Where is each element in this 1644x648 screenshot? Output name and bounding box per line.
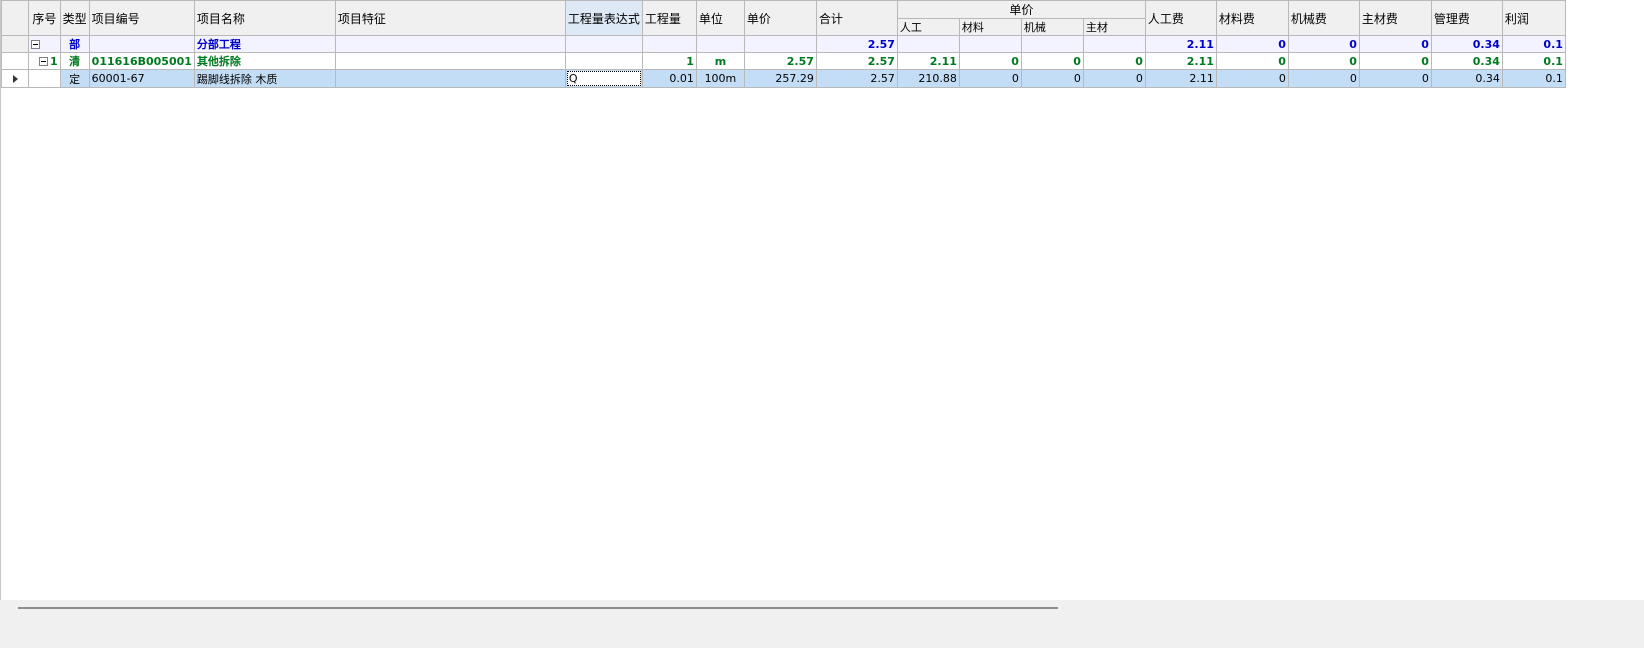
qty-cell[interactable]: 1 (641, 52, 697, 70)
col-header-total[interactable]: 合计 (815, 0, 898, 36)
col-header-type[interactable]: 类型 (59, 0, 90, 36)
qty-cell[interactable]: 0.01 (641, 69, 697, 88)
bottom-panel (0, 616, 1644, 648)
labor-cell[interactable] (896, 35, 960, 53)
col-header-material[interactable]: 材料 (958, 18, 1022, 36)
col-header-machine-fee[interactable]: 机械费 (1287, 0, 1360, 36)
type-cell[interactable]: 定 (59, 69, 90, 88)
qty-cell[interactable] (641, 35, 697, 53)
main-material-fee-cell[interactable]: 0 (1358, 69, 1432, 88)
col-header-labor[interactable]: 人工 (896, 18, 960, 36)
estimate-table: 序号 类型 项目编号 项目名称 项目特征 工程量表达式 工程量 单位 单价 合计… (1, 0, 1566, 88)
mgmt-fee-cell[interactable]: 0.34 (1430, 69, 1503, 88)
col-header-qty[interactable]: 工程量 (641, 0, 697, 36)
row-selector[interactable] (1, 35, 29, 53)
code-cell[interactable] (88, 35, 195, 53)
unit-price-cell[interactable] (743, 35, 817, 53)
index-cell[interactable] (28, 69, 61, 88)
feature-cell[interactable] (334, 69, 566, 88)
col-header-material-fee[interactable]: 材料费 (1215, 0, 1289, 36)
scrollbar-thumb[interactable] (18, 607, 1058, 609)
unit-cell[interactable] (695, 35, 745, 53)
labor-cell[interactable]: 2.11 (896, 52, 960, 70)
unit-price-cell[interactable]: 257.29 (743, 69, 817, 88)
machine-cell[interactable]: 0 (1020, 69, 1084, 88)
code-cell[interactable]: 60001-67 (88, 69, 195, 88)
row-selector[interactable] (1, 69, 29, 88)
labor-fee-cell[interactable]: 2.11 (1144, 69, 1217, 88)
current-row-arrow-icon (12, 75, 18, 83)
feature-cell[interactable] (334, 35, 566, 53)
profit-cell[interactable]: 0.1 (1501, 35, 1566, 53)
mgmt-fee-cell[interactable]: 0.34 (1430, 52, 1503, 70)
row-header-corner (1, 0, 29, 36)
col-header-name[interactable]: 项目名称 (193, 0, 336, 36)
labor-fee-cell[interactable]: 2.11 (1144, 52, 1217, 70)
col-header-main-material-fee[interactable]: 主材费 (1358, 0, 1432, 36)
main-material-cell[interactable] (1082, 35, 1146, 53)
col-header-index[interactable]: 序号 (28, 0, 61, 36)
profit-cell[interactable]: 0.1 (1501, 69, 1566, 88)
material-fee-cell[interactable]: 0 (1215, 35, 1289, 53)
col-header-machine[interactable]: 机械 (1020, 18, 1084, 36)
main-material-cell[interactable]: 0 (1082, 69, 1146, 88)
col-header-profit[interactable]: 利润 (1501, 0, 1566, 36)
machine-cell[interactable]: 0 (1020, 52, 1084, 70)
col-header-labor-fee[interactable]: 人工费 (1144, 0, 1217, 36)
collapse-toggle-icon[interactable] (31, 40, 40, 49)
unit-cell[interactable]: m (695, 52, 745, 70)
labor-cell[interactable]: 210.88 (896, 69, 960, 88)
qty-expr-editor[interactable]: Q (566, 71, 641, 86)
total-cell[interactable]: 2.57 (815, 69, 898, 88)
main-material-fee-cell[interactable]: 0 (1358, 52, 1432, 70)
material-cell[interactable] (958, 35, 1022, 53)
horizontal-scrollbar[interactable] (0, 600, 1644, 616)
material-fee-cell[interactable]: 0 (1215, 69, 1289, 88)
mgmt-fee-cell[interactable]: 0.34 (1430, 35, 1503, 53)
table-row[interactable]: 1 清 011616B005001 其他拆除 1 m 2.57 2.57 2.1… (1, 52, 1566, 70)
name-cell[interactable]: 踢脚线拆除 木质 (193, 69, 336, 88)
main-material-fee-cell[interactable]: 0 (1358, 35, 1432, 53)
name-cell[interactable]: 分部工程 (193, 35, 336, 53)
name-cell[interactable]: 其他拆除 (193, 52, 336, 70)
unit-cell[interactable]: 100m (695, 69, 745, 88)
profit-cell[interactable]: 0.1 (1501, 52, 1566, 70)
material-cell[interactable]: 0 (958, 69, 1022, 88)
col-header-unit-price[interactable]: 单价 (743, 0, 817, 36)
estimate-grid[interactable]: 序号 类型 项目编号 项目名称 项目特征 工程量表达式 工程量 单位 单价 合计… (0, 0, 1644, 632)
labor-fee-cell[interactable]: 2.11 (1144, 35, 1217, 53)
material-cell[interactable]: 0 (958, 52, 1022, 70)
type-cell[interactable]: 清 (59, 52, 90, 70)
machine-fee-cell[interactable]: 0 (1287, 52, 1360, 70)
unit-price-cell[interactable]: 2.57 (743, 52, 817, 70)
col-header-unit-price-group[interactable]: 单价 (896, 0, 1146, 19)
qty-expr-cell[interactable] (564, 52, 643, 70)
material-fee-cell[interactable]: 0 (1215, 52, 1289, 70)
main-material-cell[interactable]: 0 (1082, 52, 1146, 70)
code-cell[interactable]: 011616B005001 (88, 52, 195, 70)
col-header-main-material[interactable]: 主材 (1082, 18, 1146, 36)
machine-fee-cell[interactable]: 0 (1287, 69, 1360, 88)
index-cell[interactable]: 1 (28, 52, 61, 70)
col-header-mgmt-fee[interactable]: 管理费 (1430, 0, 1503, 36)
collapse-toggle-icon[interactable] (39, 57, 48, 66)
index-cell[interactable] (28, 35, 61, 53)
machine-cell[interactable] (1020, 35, 1084, 53)
row-selector[interactable] (1, 52, 29, 70)
table-row[interactable]: 部 分部工程 2.57 2.11 0 0 0 0.34 0.1 (1, 35, 1566, 53)
type-cell[interactable]: 部 (59, 35, 90, 53)
qty-expr-cell[interactable]: Q (564, 69, 643, 88)
total-cell[interactable]: 2.57 (815, 35, 898, 53)
col-header-qty-expr[interactable]: 工程量表达式 (564, 0, 643, 36)
table-row[interactable]: 定 60001-67 踢脚线拆除 木质 Q 0.01 100m 257.29 2… (1, 69, 1566, 88)
total-cell[interactable]: 2.57 (815, 52, 898, 70)
qty-expr-cell[interactable] (564, 35, 643, 53)
col-header-unit[interactable]: 单位 (695, 0, 745, 36)
machine-fee-cell[interactable]: 0 (1287, 35, 1360, 53)
feature-cell[interactable] (334, 52, 566, 70)
col-header-feature[interactable]: 项目特征 (334, 0, 566, 36)
col-header-code[interactable]: 项目编号 (88, 0, 195, 36)
